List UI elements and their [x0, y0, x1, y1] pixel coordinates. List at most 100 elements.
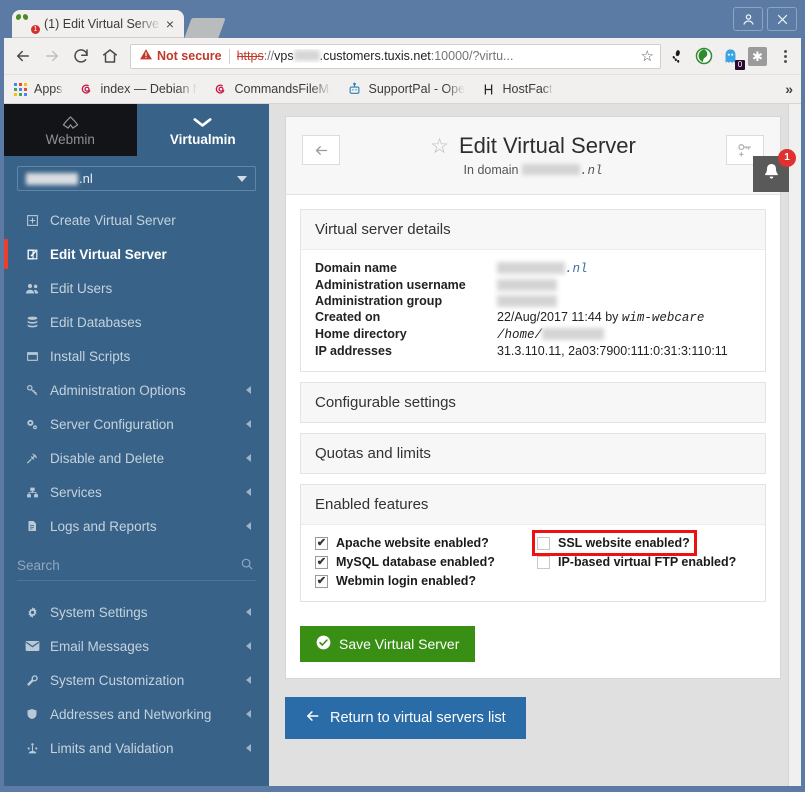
sidebar-item-disable-and-delete[interactable]: Disable and Delete [4, 441, 269, 475]
sidebar-item-addresses-and-networking[interactable]: Addresses and Networking [4, 697, 269, 731]
subtitle-prefix: In domain [464, 163, 519, 177]
detail-value-admin-group [497, 293, 751, 309]
supportpal-icon [347, 81, 363, 97]
shield-icon [22, 707, 42, 721]
checkbox-ssl-website[interactable] [537, 537, 550, 550]
sidebar-item-edit-users[interactable]: Edit Users [4, 271, 269, 305]
redacted-value [542, 328, 604, 340]
sidebar-item-system-customization[interactable]: System Customization [4, 663, 269, 697]
sidebar-item-system-settings[interactable]: System Settings [4, 595, 269, 629]
window-controls [733, 7, 797, 31]
debian-icon [213, 81, 229, 97]
forward-button[interactable] [39, 43, 65, 69]
home-button[interactable] [97, 43, 123, 69]
bookmarks-overflow-button[interactable]: » [785, 81, 793, 97]
detail-value-created-on: 22/Aug/2017 11:44 by wim-webcare [497, 309, 751, 326]
sidebar-item-edit-virtual-server[interactable]: Edit Virtual Server [4, 237, 269, 271]
chevron-left-icon [246, 710, 251, 718]
page-subtitle: In domain .nl [300, 163, 766, 178]
bookmark-hostfact[interactable]: HostFact [481, 81, 553, 97]
sidebar-item-label: Services [50, 485, 102, 500]
feature-webmin-login[interactable]: ✔ Webmin login enabled? [315, 573, 537, 589]
kebab-menu-icon[interactable] [777, 50, 793, 63]
browser-window: 1 (1) Edit Virtual Serve × [0, 0, 805, 792]
sidebar-search-placeholder: Search [17, 558, 60, 573]
balance-icon [22, 742, 42, 755]
domain-select[interactable]: .nl [17, 166, 256, 191]
feature-mysql-database[interactable]: ✔ MySQL database enabled? [315, 554, 537, 570]
table-row: IP addresses 31.3.110.11, 2a03:7900:111:… [315, 343, 751, 359]
sidebar-search[interactable]: Search [17, 551, 256, 581]
green-globe-extension-icon[interactable] [694, 47, 713, 66]
domain-tld[interactable]: .nl [565, 262, 588, 276]
asterisk-extension-icon[interactable]: ✱ [748, 47, 767, 66]
check-circle-icon [316, 635, 331, 653]
sidebar-item-edit-databases[interactable]: Edit Databases [4, 305, 269, 339]
reload-button[interactable] [68, 43, 94, 69]
tab-close-icon[interactable]: × [162, 17, 178, 31]
bookmark-star-icon[interactable]: ☆ [641, 47, 654, 65]
browser-tab[interactable]: 1 (1) Edit Virtual Serve × [12, 10, 184, 38]
bookmark-debian-index[interactable]: index — Debian M [79, 81, 197, 97]
section-header-details[interactable]: Virtual server details [301, 210, 765, 250]
profile-avatar-icon[interactable] [733, 7, 763, 31]
bookmark-supportpal[interactable]: SupportPal - Oper [347, 81, 465, 97]
magnifier-icon [240, 557, 254, 574]
checkbox-mysql-database[interactable]: ✔ [315, 556, 328, 569]
checkbox-ip-based-ftp[interactable] [537, 556, 550, 569]
ghostery-extension-icon[interactable]: 0 [721, 47, 740, 66]
star-outline-icon[interactable]: ☆ [430, 134, 449, 159]
edit-square-icon [22, 248, 42, 261]
back-button[interactable] [302, 135, 340, 165]
feature-ip-based-ftp[interactable]: IP-based virtual FTP enabled? [537, 554, 751, 570]
back-button[interactable] [10, 43, 36, 69]
feature-ssl-website[interactable]: SSL website enabled? [537, 535, 692, 551]
notifications-button[interactable]: 1 [753, 156, 789, 192]
tab-virtualmin[interactable]: Virtualmin [137, 104, 270, 156]
sidebar-item-email-messages[interactable]: Email Messages [4, 629, 269, 663]
chevron-left-icon [246, 454, 251, 462]
sidebar-item-limits-and-validation[interactable]: Limits and Validation [4, 731, 269, 765]
sidebar-item-install-scripts[interactable]: Install Scripts [4, 339, 269, 373]
chevron-down-icon [192, 114, 213, 131]
file-text-icon [22, 519, 42, 533]
sidebar-menu-primary: Create Virtual Server Edit Virtual Serve… [4, 197, 269, 543]
address-bar[interactable]: Not secure https://vps.customers.tuxis.n… [130, 44, 661, 69]
detail-value-home-directory: /home/ [497, 326, 751, 343]
section-header-quotas-and-limits[interactable]: Quotas and limits [301, 434, 765, 473]
window-close-icon[interactable] [767, 7, 797, 31]
chevron-left-icon [246, 608, 251, 616]
new-tab-button[interactable] [184, 18, 225, 38]
bookmarks-bar: Apps index — Debian M CommandsFileMa [4, 75, 801, 104]
sidebar-item-create-virtual-server[interactable]: Create Virtual Server [4, 203, 269, 237]
detail-key: Created on [315, 309, 497, 326]
section-header-configurable-settings[interactable]: Configurable settings [301, 383, 765, 422]
return-to-virtual-servers-list-button[interactable]: Return to virtual servers list [285, 697, 526, 739]
not-secure-indicator[interactable]: Not secure [139, 48, 222, 64]
section-header-enabled-features[interactable]: Enabled features [301, 485, 765, 525]
sidebar-item-label: System Customization [50, 673, 184, 688]
sidebar-item-administration-options[interactable]: Administration Options [4, 373, 269, 407]
caret-down-icon [237, 176, 247, 182]
page-scrollbar[interactable] [788, 104, 801, 786]
sidebar-item-label: Install Scripts [50, 349, 130, 364]
sidebar-item-server-configuration[interactable]: Server Configuration [4, 407, 269, 441]
gnome-footprint-extension-icon[interactable] [667, 47, 686, 66]
bookmark-label: CommandsFileMa [235, 82, 331, 96]
bookmark-commands-filemanager[interactable]: CommandsFileMa [213, 81, 331, 97]
extension-icons: 0 ✱ [667, 47, 795, 66]
notification-count-badge: 1 [778, 149, 796, 167]
checkbox-webmin-login[interactable]: ✔ [315, 575, 328, 588]
favicon-badge: 1 [31, 25, 40, 34]
tab-webmin[interactable]: Webmin [4, 104, 137, 156]
sidebar-item-logs-and-reports[interactable]: Logs and Reports [4, 509, 269, 543]
home-path: /home/ [497, 328, 542, 342]
checkbox-apache-website[interactable]: ✔ [315, 537, 328, 550]
save-virtual-server-button[interactable]: Save Virtual Server [300, 626, 475, 662]
feature-apache-website[interactable]: ✔ Apache website enabled? [315, 535, 537, 551]
bookmark-apps[interactable]: Apps [12, 81, 63, 97]
page-title: Edit Virtual Server [459, 133, 636, 159]
sidebar-item-services[interactable]: Services [4, 475, 269, 509]
ghostery-badge: 0 [735, 60, 745, 70]
omnibox-divider [229, 49, 230, 64]
